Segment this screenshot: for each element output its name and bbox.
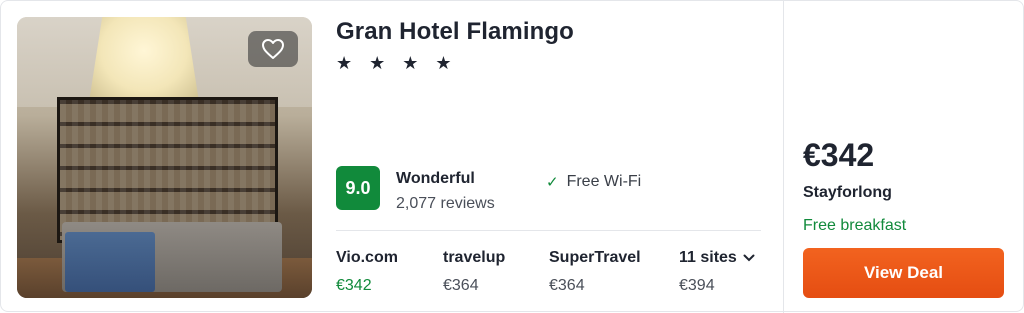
more-sites-toggle[interactable]: 11 sites	[679, 249, 755, 267]
site-name: travelup	[443, 249, 506, 266]
photo-sofa-blue	[65, 232, 155, 292]
amenity-label: Free Wi-Fi	[566, 173, 642, 190]
heart-outline-icon	[262, 39, 284, 59]
favorite-button[interactable]	[248, 31, 298, 67]
more-sites-label: 11 sites	[679, 249, 737, 266]
amenity-free-wifi: ✓ Free Wi-Fi	[546, 173, 641, 191]
check-icon: ✓	[546, 174, 559, 191]
site-price: €342	[336, 277, 372, 294]
photo-lamp	[89, 17, 199, 102]
section-divider	[336, 230, 761, 231]
site-offer-vio[interactable]: Vio.com €342	[336, 249, 398, 295]
deal-site-name: Stayforlong	[803, 184, 892, 201]
more-sites-dropdown[interactable]: 11 sites €394	[679, 249, 755, 295]
deal-divider	[783, 1, 784, 313]
more-sites-price: €394	[679, 277, 715, 294]
hotel-card: Gran Hotel Flamingo ★ ★ ★ ★ 9.0 Wonderfu…	[0, 0, 1024, 313]
hotel-name[interactable]: Gran Hotel Flamingo	[336, 18, 574, 46]
site-offer-supertravel[interactable]: SuperTravel €364	[549, 249, 641, 295]
deal-extra-info: Free breakfast	[803, 217, 907, 234]
site-price: €364	[549, 277, 585, 294]
view-deal-button[interactable]: View Deal	[803, 248, 1004, 298]
site-offer-travelup[interactable]: travelup €364	[443, 249, 505, 295]
chevron-down-icon	[743, 251, 755, 265]
rating-score-badge: 9.0	[336, 166, 380, 210]
site-name: Vio.com	[336, 249, 398, 266]
hotel-photo[interactable]	[17, 17, 312, 298]
star-rating: ★ ★ ★ ★	[336, 53, 458, 73]
rating-label: Wonderful	[396, 170, 475, 187]
site-price: €364	[443, 277, 479, 294]
deal-price: €342	[803, 137, 875, 173]
review-count[interactable]: 2,077 reviews	[396, 195, 495, 213]
site-name: SuperTravel	[549, 249, 641, 266]
